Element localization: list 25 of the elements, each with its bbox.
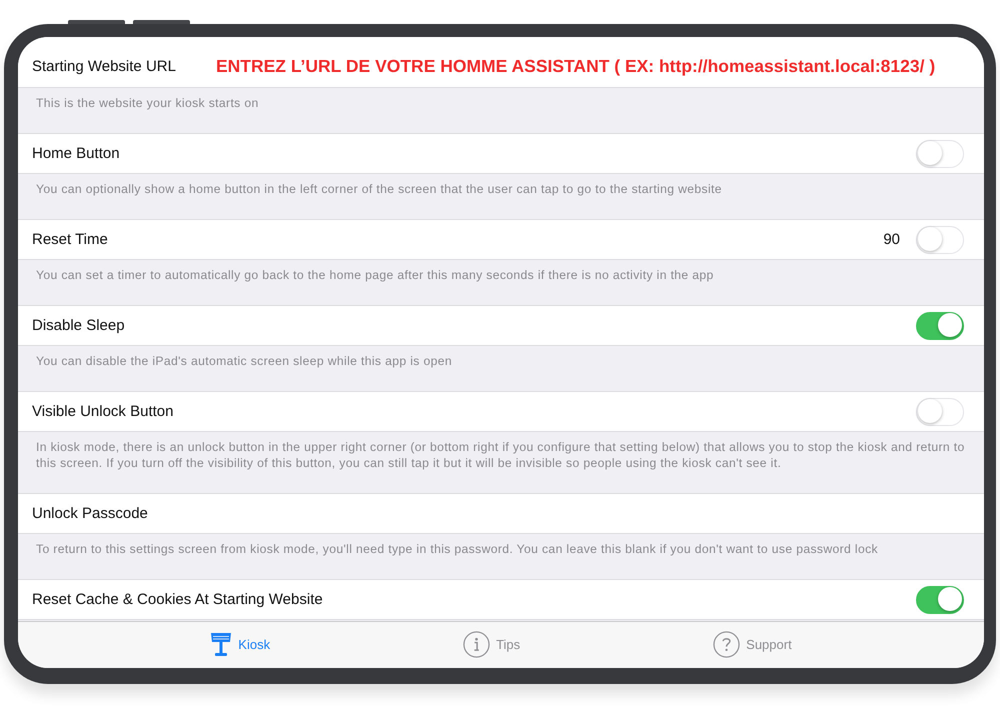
setting-label: Visible Unlock Button bbox=[32, 403, 174, 420]
setting-value: 90 bbox=[883, 231, 900, 248]
setting-description: In kiosk mode, there is an unlock button in the upper right corner (or bottom right if you configure that setting below) that allows you to stop the kiosk and return to this screen. If you turn off the visibility of this button, you can still tap it but it will be invisible so people using the kiosk can't see it. bbox=[36, 439, 966, 471]
info-icon bbox=[463, 630, 490, 658]
setting-label: Reset Time bbox=[32, 231, 108, 248]
tablet-edge-bar bbox=[68, 20, 125, 24]
setting-label: Home Button bbox=[32, 145, 120, 162]
setting-description: You can optionally show a home button in the left corner of the screen that the user can tap to go to the starting website bbox=[36, 181, 723, 197]
tablet-edge-bar bbox=[133, 20, 190, 24]
tab[interactable]: Kiosk bbox=[210, 631, 270, 657]
podium-icon bbox=[210, 631, 232, 657]
setting-label: Reset Cache & Cookies At Starting Website bbox=[32, 591, 323, 608]
setting-description: To return to this settings screen from kiosk mode, you'll need type in this password. You can leave this blank if you don't want to use password lock bbox=[36, 541, 879, 557]
annotation-text: ENTREZ L’URL DE VOTRE HOMME ASSISTANT ( EX: http://homeassistant.local:8123/ ) bbox=[216, 56, 936, 77]
setting-label: Starting Website URL bbox=[32, 58, 176, 75]
setting-label: Unlock Passcode bbox=[32, 505, 148, 522]
toggle-switch[interactable] bbox=[916, 586, 964, 614]
setting-description: This is the website your kiosk starts on bbox=[36, 95, 260, 111]
toggle-switch[interactable] bbox=[916, 312, 964, 340]
setting-description: You can set a timer to automatically go back to the home page after this many seconds if there is no activity in the app bbox=[36, 267, 715, 283]
tab[interactable]: Tips bbox=[463, 630, 520, 658]
tab[interactable]: Support bbox=[713, 630, 792, 658]
setting-label: Disable Sleep bbox=[32, 317, 125, 334]
setting-description: You can disable the iPad's automatic screen sleep while this app is open bbox=[36, 353, 453, 369]
help-icon bbox=[713, 630, 740, 658]
